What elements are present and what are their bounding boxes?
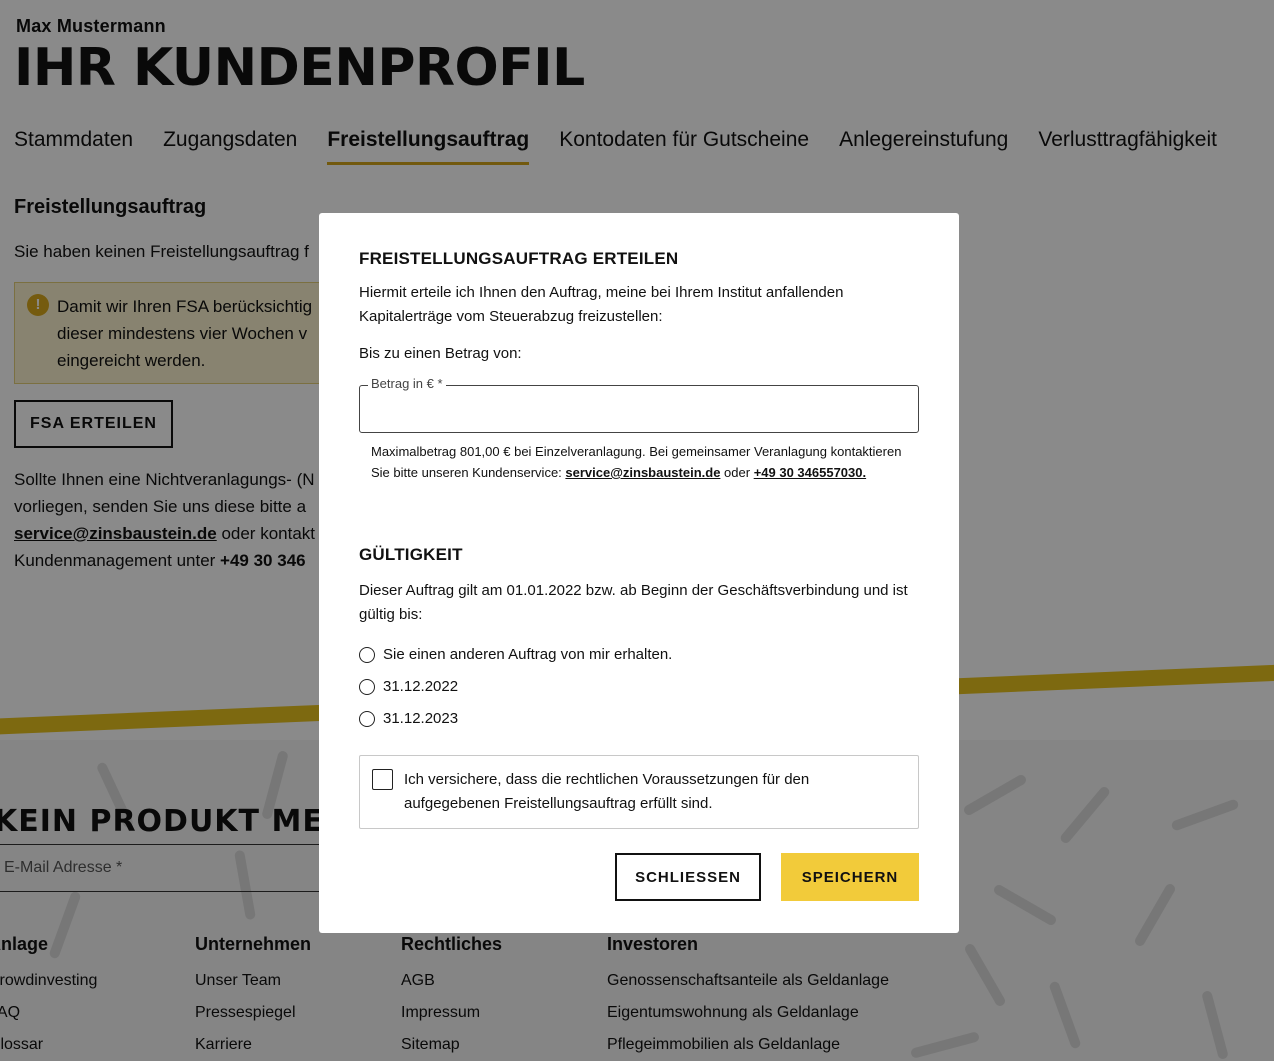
help-or: oder (720, 465, 754, 480)
close-button[interactable]: SCHLIESSEN (615, 853, 761, 901)
confirmation-box: Ich versichere, dass die rechtlichen Vor… (359, 755, 919, 829)
validity-option-2022[interactable]: 31.12.2022 (359, 678, 458, 695)
radio-label: Sie einen anderen Auftrag von mir erhalt… (383, 646, 673, 663)
confirmation-checkbox[interactable] (372, 769, 393, 790)
radio-button[interactable] (359, 710, 375, 727)
radio-button[interactable] (359, 646, 375, 663)
radio-label: 31.12.2023 (383, 710, 459, 727)
validity-option-other-order[interactable]: Sie einen anderen Auftrag von mir erhalt… (359, 646, 672, 663)
confirmation-text: Ich versichere, dass die rechtlichen Vor… (404, 771, 810, 812)
amount-label: Bis zu einen Betrag von: (359, 345, 522, 362)
validity-title: GÜLTIGKEIT (359, 545, 463, 564)
amount-help-text: Maximalbetrag 801,00 € bei Einzelveranla… (371, 441, 911, 483)
validity-option-2023[interactable]: 31.12.2023 (359, 710, 458, 727)
help-email-link[interactable]: service@zinsbaustein.de (565, 465, 720, 480)
amount-field: Betrag in € * (359, 376, 919, 433)
modal-title: FREISTELLUNGSAUFTRAG ERTEILEN (359, 249, 679, 268)
radio-button[interactable] (359, 678, 375, 695)
modal-description: Hiermit erteile ich Ihnen den Auftrag, m… (359, 284, 844, 325)
save-button[interactable]: SPEICHERN (781, 853, 919, 901)
fsa-modal: FREISTELLUNGSAUFTRAG ERTEILEN Hiermit er… (319, 213, 959, 933)
amount-input[interactable] (360, 386, 918, 432)
amount-field-label: Betrag in € * (368, 376, 446, 391)
help-phone-link[interactable]: +49 30 346557030. (754, 465, 866, 480)
validity-text: Dieser Auftrag gilt am 01.01.2022 bzw. a… (359, 582, 908, 623)
radio-label: 31.12.2022 (383, 678, 459, 695)
